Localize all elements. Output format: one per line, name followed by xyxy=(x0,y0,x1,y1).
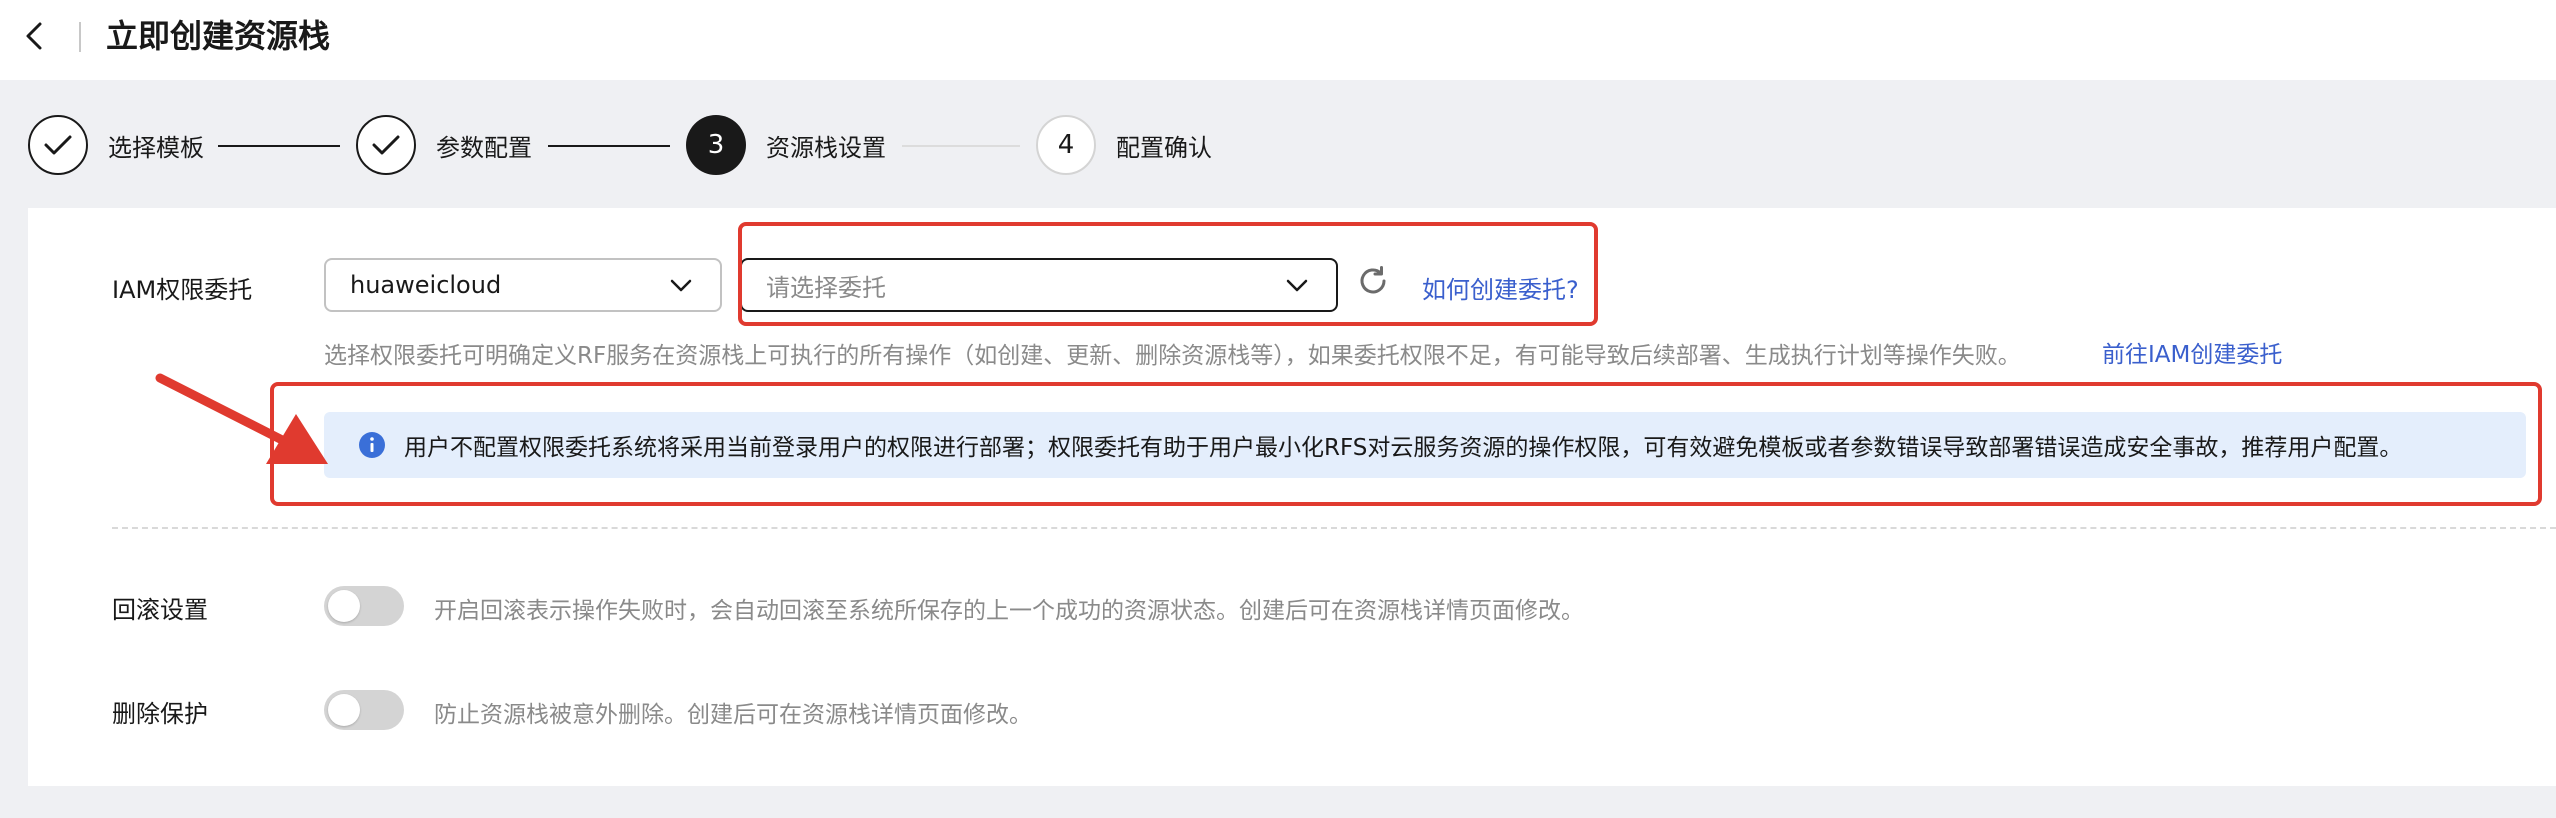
provider-select-value: huaweicloud xyxy=(350,271,502,299)
rollback-toggle-knob xyxy=(328,590,360,622)
step-4-circle: 4 xyxy=(1036,115,1096,175)
step-3-circle: 3 xyxy=(686,115,746,175)
step-3-label: 资源栈设置 xyxy=(766,133,886,162)
check-icon xyxy=(372,135,400,155)
step-4: 4 配置确认 xyxy=(1036,113,1212,177)
rollback-toggle[interactable] xyxy=(324,586,404,626)
page-title: 立即创建资源栈 xyxy=(106,17,331,55)
delete-protection-toggle[interactable] xyxy=(324,690,404,730)
iam-hint: 选择权限委托可明确定义RF服务在资源栈上可执行的所有操作（如创建、更新、删除资源… xyxy=(324,343,2021,369)
rollback-description: 开启回滚表示操作失败时，会自动回滚至系统所保存的上一个成功的资源状态。创建后可在… xyxy=(434,598,1584,624)
step-1-label: 选择模板 xyxy=(108,133,204,162)
provider-select[interactable]: huaweicloud xyxy=(324,258,722,312)
goto-iam-link[interactable]: 前往IAM创建委托 xyxy=(2102,335,2282,369)
chevron-left-icon xyxy=(26,22,42,50)
delete-protection-toggle-knob xyxy=(328,694,360,726)
iam-label: IAM权限委托 xyxy=(112,276,253,304)
step-2: 参数配置 xyxy=(356,113,532,177)
step-connector-1 xyxy=(218,145,340,147)
step-2-label: 参数配置 xyxy=(436,133,532,162)
rollback-label: 回滚设置 xyxy=(112,596,208,624)
chevron-down-icon xyxy=(670,279,692,292)
annotation-box-agency xyxy=(738,222,1598,326)
check-icon xyxy=(44,135,72,155)
step-3: 3 资源栈设置 xyxy=(686,113,886,177)
delete-protection-description: 防止资源栈被意外删除。创建后可在资源栈详情页面修改。 xyxy=(434,702,1032,728)
header-divider xyxy=(79,22,81,52)
step-connector-3 xyxy=(902,145,1020,147)
delete-protection-label: 删除保护 xyxy=(112,700,208,728)
section-divider xyxy=(112,527,2556,529)
back-button[interactable] xyxy=(18,16,54,56)
top-bar: 立即创建资源栈 xyxy=(0,0,2556,80)
step-1-circle xyxy=(28,115,88,175)
step-4-label: 配置确认 xyxy=(1116,133,1212,162)
step-1: 选择模板 xyxy=(28,113,204,177)
red-arrow-icon xyxy=(155,373,328,464)
annotation-box-info xyxy=(270,382,2542,506)
step-2-circle xyxy=(356,115,416,175)
step-connector-2 xyxy=(548,145,670,147)
